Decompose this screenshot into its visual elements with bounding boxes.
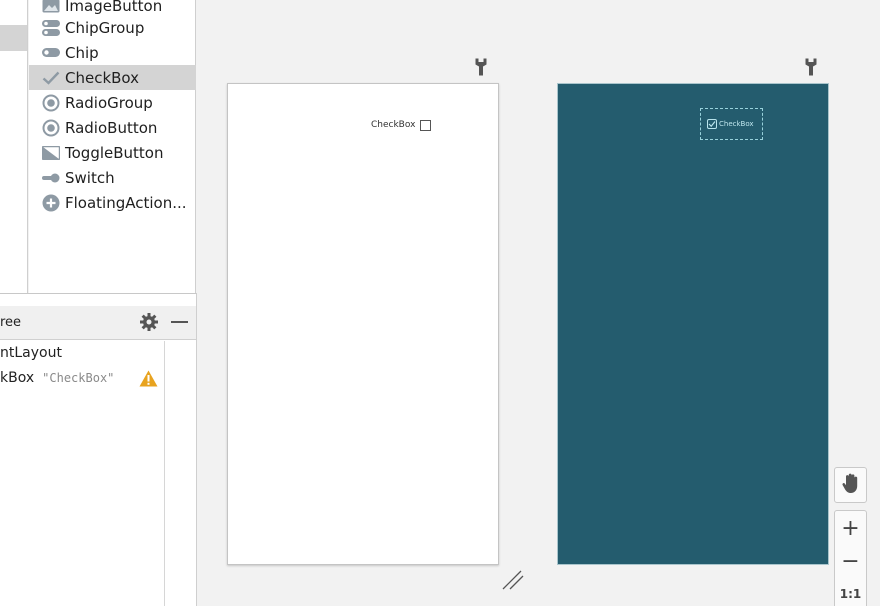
palette-item-label: ChipGroup (65, 18, 145, 37)
component-tree-title: ree (0, 315, 22, 330)
palette-categories (0, 0, 28, 293)
design-checkbox-widget[interactable]: CheckBox (371, 118, 432, 132)
image-icon (40, 0, 62, 16)
switch-icon (40, 168, 62, 188)
warning-icon[interactable] (139, 370, 158, 387)
palette-item-label: RadioGroup (65, 93, 153, 112)
tree-row-constraintlayout[interactable]: ntLayout (0, 345, 62, 367)
palette-item-radiogroup[interactable]: RadioGroup (29, 90, 196, 115)
palette-item-checkbox[interactable]: CheckBox (29, 65, 196, 90)
checkbox-outline-icon (707, 119, 717, 129)
zoom-in-icon: + (841, 516, 860, 541)
zoom-controls: + − 1:1 (834, 510, 867, 606)
palette-item-radiobutton[interactable]: RadioButton (29, 115, 196, 140)
zoom-out-icon: − (841, 549, 860, 574)
blueprint-view[interactable]: CheckBox (557, 83, 829, 565)
plus-circle-icon (40, 193, 62, 213)
zoom-in-button[interactable]: + (835, 512, 866, 545)
palette-list: ImageButton ChipGroup Chip CheckBox Radi… (29, 0, 196, 293)
checkbox-box[interactable] (420, 119, 432, 131)
palette-item-label: RadioButton (65, 118, 158, 137)
minimize-icon[interactable] (171, 321, 188, 323)
gear-icon[interactable] (139, 312, 159, 332)
design-surface: CheckBox CheckBox + − 1:1 (197, 0, 880, 606)
radio-group-icon (40, 93, 62, 113)
toggle-button-icon (40, 143, 62, 163)
pin-icon[interactable] (805, 58, 817, 76)
checkbox-label: CheckBox (371, 120, 416, 130)
android-studio-layout-editor: ImageButton ChipGroup Chip CheckBox Radi… (0, 0, 880, 606)
hand-icon (841, 472, 861, 498)
palette-item-label: ToggleButton (65, 143, 164, 162)
radio-button-icon (40, 118, 62, 138)
chip-icon (40, 43, 62, 63)
palette-item-label: ImageButton (65, 0, 163, 15)
pan-button[interactable] (834, 467, 867, 503)
resize-handle-icon[interactable] (501, 567, 525, 591)
checkmark-icon (40, 68, 62, 88)
palette-item-togglebutton[interactable]: ToggleButton (29, 140, 196, 165)
palette-item-chip[interactable]: Chip (29, 40, 196, 65)
blueprint-checkbox-widget[interactable]: CheckBox (700, 108, 763, 140)
zoom-out-button[interactable]: − (835, 545, 866, 578)
tree-row-label: kBox (0, 370, 35, 386)
tree-row-attribute: "CheckBox" (42, 371, 115, 385)
design-view[interactable]: CheckBox (227, 83, 499, 565)
tree-row-label: ntLayout (0, 345, 62, 361)
palette-item-label: CheckBox (65, 68, 140, 87)
zoom-ratio-label: 1:1 (839, 586, 862, 601)
palette-item-label: Chip (65, 43, 99, 62)
palette-category-selected[interactable] (0, 25, 27, 51)
component-tree-header: ree (0, 306, 196, 340)
chip-group-icon (40, 18, 62, 38)
zoom-actual-size-button[interactable]: 1:1 (835, 577, 866, 606)
checkbox-label: CheckBox (719, 120, 754, 128)
palette-item-floatingactionbutton[interactable]: FloatingAction... (29, 190, 196, 215)
tree-row-checkbox[interactable]: kBox "CheckBox" (0, 370, 114, 392)
component-tree-panel: ree ntLayout kBox "CheckBox" (0, 293, 197, 606)
palette-item-switch[interactable]: Switch (29, 165, 196, 190)
palette-item-label: Switch (65, 168, 115, 187)
palette-item-chipgroup[interactable]: ChipGroup (29, 15, 196, 40)
palette-item-label: FloatingAction... (65, 193, 187, 212)
pin-icon[interactable] (475, 58, 487, 76)
